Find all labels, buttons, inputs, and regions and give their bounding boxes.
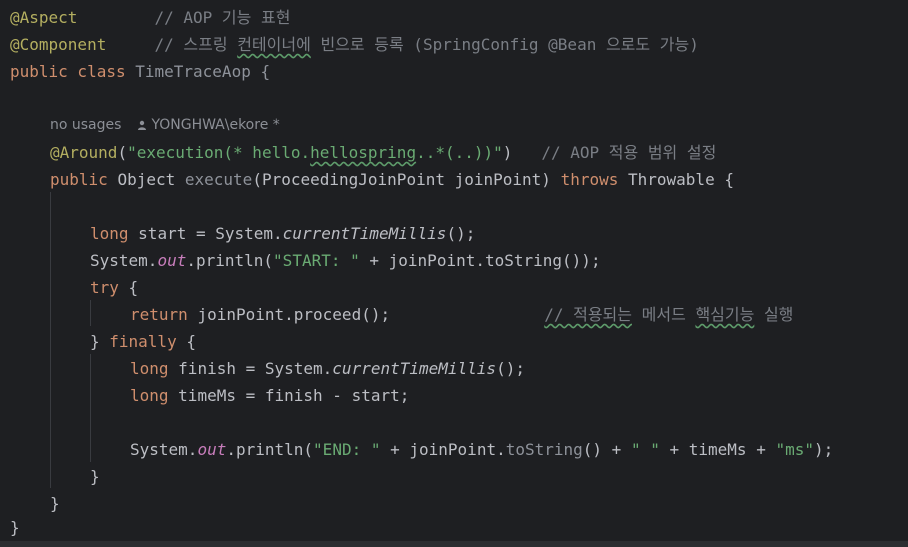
code-editor[interactable]: @Aspect // AOP 기능 표현 @Component // 스프링 컨… xyxy=(0,0,908,547)
code-line-4: @Around("execution(* hello.hellospring..… xyxy=(50,143,717,162)
code-line-13: System.out.println("END: " + joinPoint.t… xyxy=(130,440,834,459)
indent-guide xyxy=(90,354,91,462)
code-line-9: return joinPoint.proceed(); // 적용되는 메서드 … xyxy=(130,305,794,324)
code-line-3: public class TimeTraceAop { xyxy=(10,62,271,81)
code-line-1: @Aspect // AOP 기능 표현 xyxy=(10,8,291,27)
editor-bottom-edge xyxy=(0,541,908,547)
code-line-11: long finish = System.currentTimeMillis()… xyxy=(130,359,525,378)
code-line-10: } finally { xyxy=(90,332,196,351)
code-line-5: public Object execute(ProceedingJoinPoin… xyxy=(50,170,734,189)
indent-guide xyxy=(90,300,91,326)
code-line-16: } xyxy=(10,518,20,537)
code-line-8: try { xyxy=(90,278,139,297)
code-line-14: } xyxy=(90,467,100,486)
code-line-7: System.out.println("START: " + joinPoint… xyxy=(90,251,601,270)
usage-hint[interactable]: no usages YONGHWA\ekore * xyxy=(50,112,280,139)
code-line-2: @Component // 스프링 컨테이너에 빈으로 등록 (SpringCo… xyxy=(10,35,699,54)
user-icon xyxy=(138,120,147,130)
code-line-15: } xyxy=(50,494,60,513)
code-line-6: long start = System.currentTimeMillis(); xyxy=(90,224,476,243)
code-line-12: long timeMs = finish - start; xyxy=(130,386,410,405)
indent-guide xyxy=(50,192,51,488)
